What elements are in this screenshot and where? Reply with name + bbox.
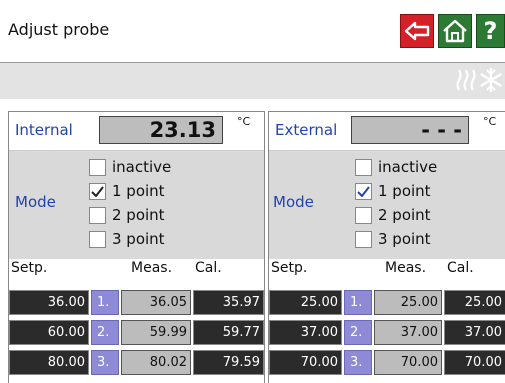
point-index: 3.	[91, 350, 119, 375]
option-label: 1 point	[378, 182, 431, 200]
external-mode-area: Mode inactive 1 point 2 point 3 point	[269, 151, 505, 259]
setpoint-cell[interactable]: 60.00	[9, 320, 89, 345]
internal-value-field[interactable]: 23.13	[99, 116, 223, 144]
point-index: 2.	[91, 320, 119, 345]
checkbox-checked[interactable]	[89, 182, 106, 200]
internal-option-1-point[interactable]: 1 point	[89, 181, 165, 201]
internal-header-cal: Cal.	[195, 260, 222, 276]
external-mode-label: Mode	[273, 193, 314, 211]
measured-cell[interactable]: 37.00	[374, 320, 442, 345]
point-index: 3.	[344, 350, 372, 375]
check-icon	[91, 185, 104, 197]
checkbox-checked[interactable]	[355, 182, 372, 200]
home-button[interactable]	[438, 14, 472, 48]
external-header-setp: Setp.	[271, 260, 308, 276]
external-value-field[interactable]: - - -	[351, 116, 469, 144]
point-index: 1.	[91, 290, 119, 315]
heating-icon	[456, 69, 476, 91]
checkbox[interactable]	[89, 206, 106, 224]
header-bar: Adjust probe ?	[0, 0, 505, 63]
external-unit: °C	[483, 115, 497, 128]
measured-cell[interactable]: 25.00	[374, 290, 442, 315]
measured-cell[interactable]: 36.05	[121, 290, 191, 315]
setpoint-cell[interactable]: 25.00	[269, 290, 342, 315]
external-option-2-point[interactable]: 2 point	[355, 205, 431, 225]
internal-label: Internal	[15, 121, 73, 139]
measured-cell[interactable]: 70.00	[374, 350, 442, 375]
setpoint-cell[interactable]: 70.00	[269, 350, 342, 375]
table-row: 36.00 1. 36.05 35.97	[9, 290, 264, 315]
table-row: 25.00 1. 25.00 25.00	[269, 290, 505, 315]
external-header: External - - - °C	[269, 112, 505, 151]
help-button[interactable]: ?	[476, 14, 505, 48]
home-icon	[443, 19, 467, 43]
setpoint-cell[interactable]: 36.00	[9, 290, 89, 315]
table-row: 37.00 2. 37.00 37.00	[269, 320, 505, 345]
table-row: 70.00 3. 70.00 70.00	[269, 350, 505, 375]
status-strip	[0, 63, 505, 99]
external-label: External	[275, 121, 338, 139]
external-header-meas: Meas.	[385, 260, 427, 276]
internal-option-3-point[interactable]: 3 point	[89, 229, 165, 249]
help-icon: ?	[483, 17, 498, 45]
measured-cell[interactable]: 80.02	[121, 350, 191, 375]
option-label: 2 point	[378, 206, 431, 224]
external-probe-panel: External - - - °C Mode inactive 1 point …	[268, 111, 505, 383]
setpoint-cell[interactable]: 37.00	[269, 320, 342, 345]
checkbox[interactable]	[355, 206, 372, 224]
option-label: inactive	[112, 158, 172, 176]
external-option-3-point[interactable]: 3 point	[355, 229, 431, 249]
calibrated-cell: 79.59	[193, 350, 264, 375]
calibrated-cell: 35.97	[193, 290, 264, 315]
check-icon	[357, 185, 370, 197]
internal-header-setp: Setp.	[11, 260, 48, 276]
page-title: Adjust probe	[8, 20, 110, 39]
internal-mode-area: Mode inactive 1 point 2 point 3 point	[9, 151, 264, 259]
checkbox[interactable]	[355, 230, 372, 248]
internal-option-inactive[interactable]: inactive	[89, 157, 171, 177]
internal-probe-panel: Internal 23.13 °C Mode inactive 1 point …	[8, 111, 265, 383]
option-label: 2 point	[112, 206, 165, 224]
internal-unit: °C	[237, 115, 251, 128]
back-button[interactable]	[400, 14, 434, 48]
internal-option-2-point[interactable]: 2 point	[89, 205, 165, 225]
internal-mode-label: Mode	[15, 193, 56, 211]
external-header-cal: Cal.	[447, 260, 474, 276]
external-option-1-point[interactable]: 1 point	[355, 181, 431, 201]
measured-cell[interactable]: 59.99	[121, 320, 191, 345]
back-arrow-icon	[404, 21, 430, 41]
calibrated-cell: 37.00	[444, 320, 505, 345]
cooling-icon	[480, 68, 502, 92]
checkbox[interactable]	[355, 158, 372, 176]
checkbox[interactable]	[89, 158, 106, 176]
point-index: 1.	[344, 290, 372, 315]
option-label: 3 point	[112, 230, 165, 248]
point-index: 2.	[344, 320, 372, 345]
option-label: 3 point	[378, 230, 431, 248]
calibrated-cell: 25.00	[444, 290, 505, 315]
checkbox[interactable]	[89, 230, 106, 248]
spacer	[0, 99, 505, 111]
calibrated-cell: 59.77	[193, 320, 264, 345]
calibrated-cell: 70.00	[444, 350, 505, 375]
table-row: 80.00 3. 80.02 79.59	[9, 350, 264, 375]
internal-header: Internal 23.13 °C	[9, 112, 264, 151]
setpoint-cell[interactable]: 80.00	[9, 350, 89, 375]
external-option-inactive[interactable]: inactive	[355, 157, 437, 177]
internal-header-meas: Meas.	[131, 260, 173, 276]
table-row: 60.00 2. 59.99 59.77	[9, 320, 264, 345]
option-label: 1 point	[112, 182, 165, 200]
option-label: inactive	[378, 158, 438, 176]
